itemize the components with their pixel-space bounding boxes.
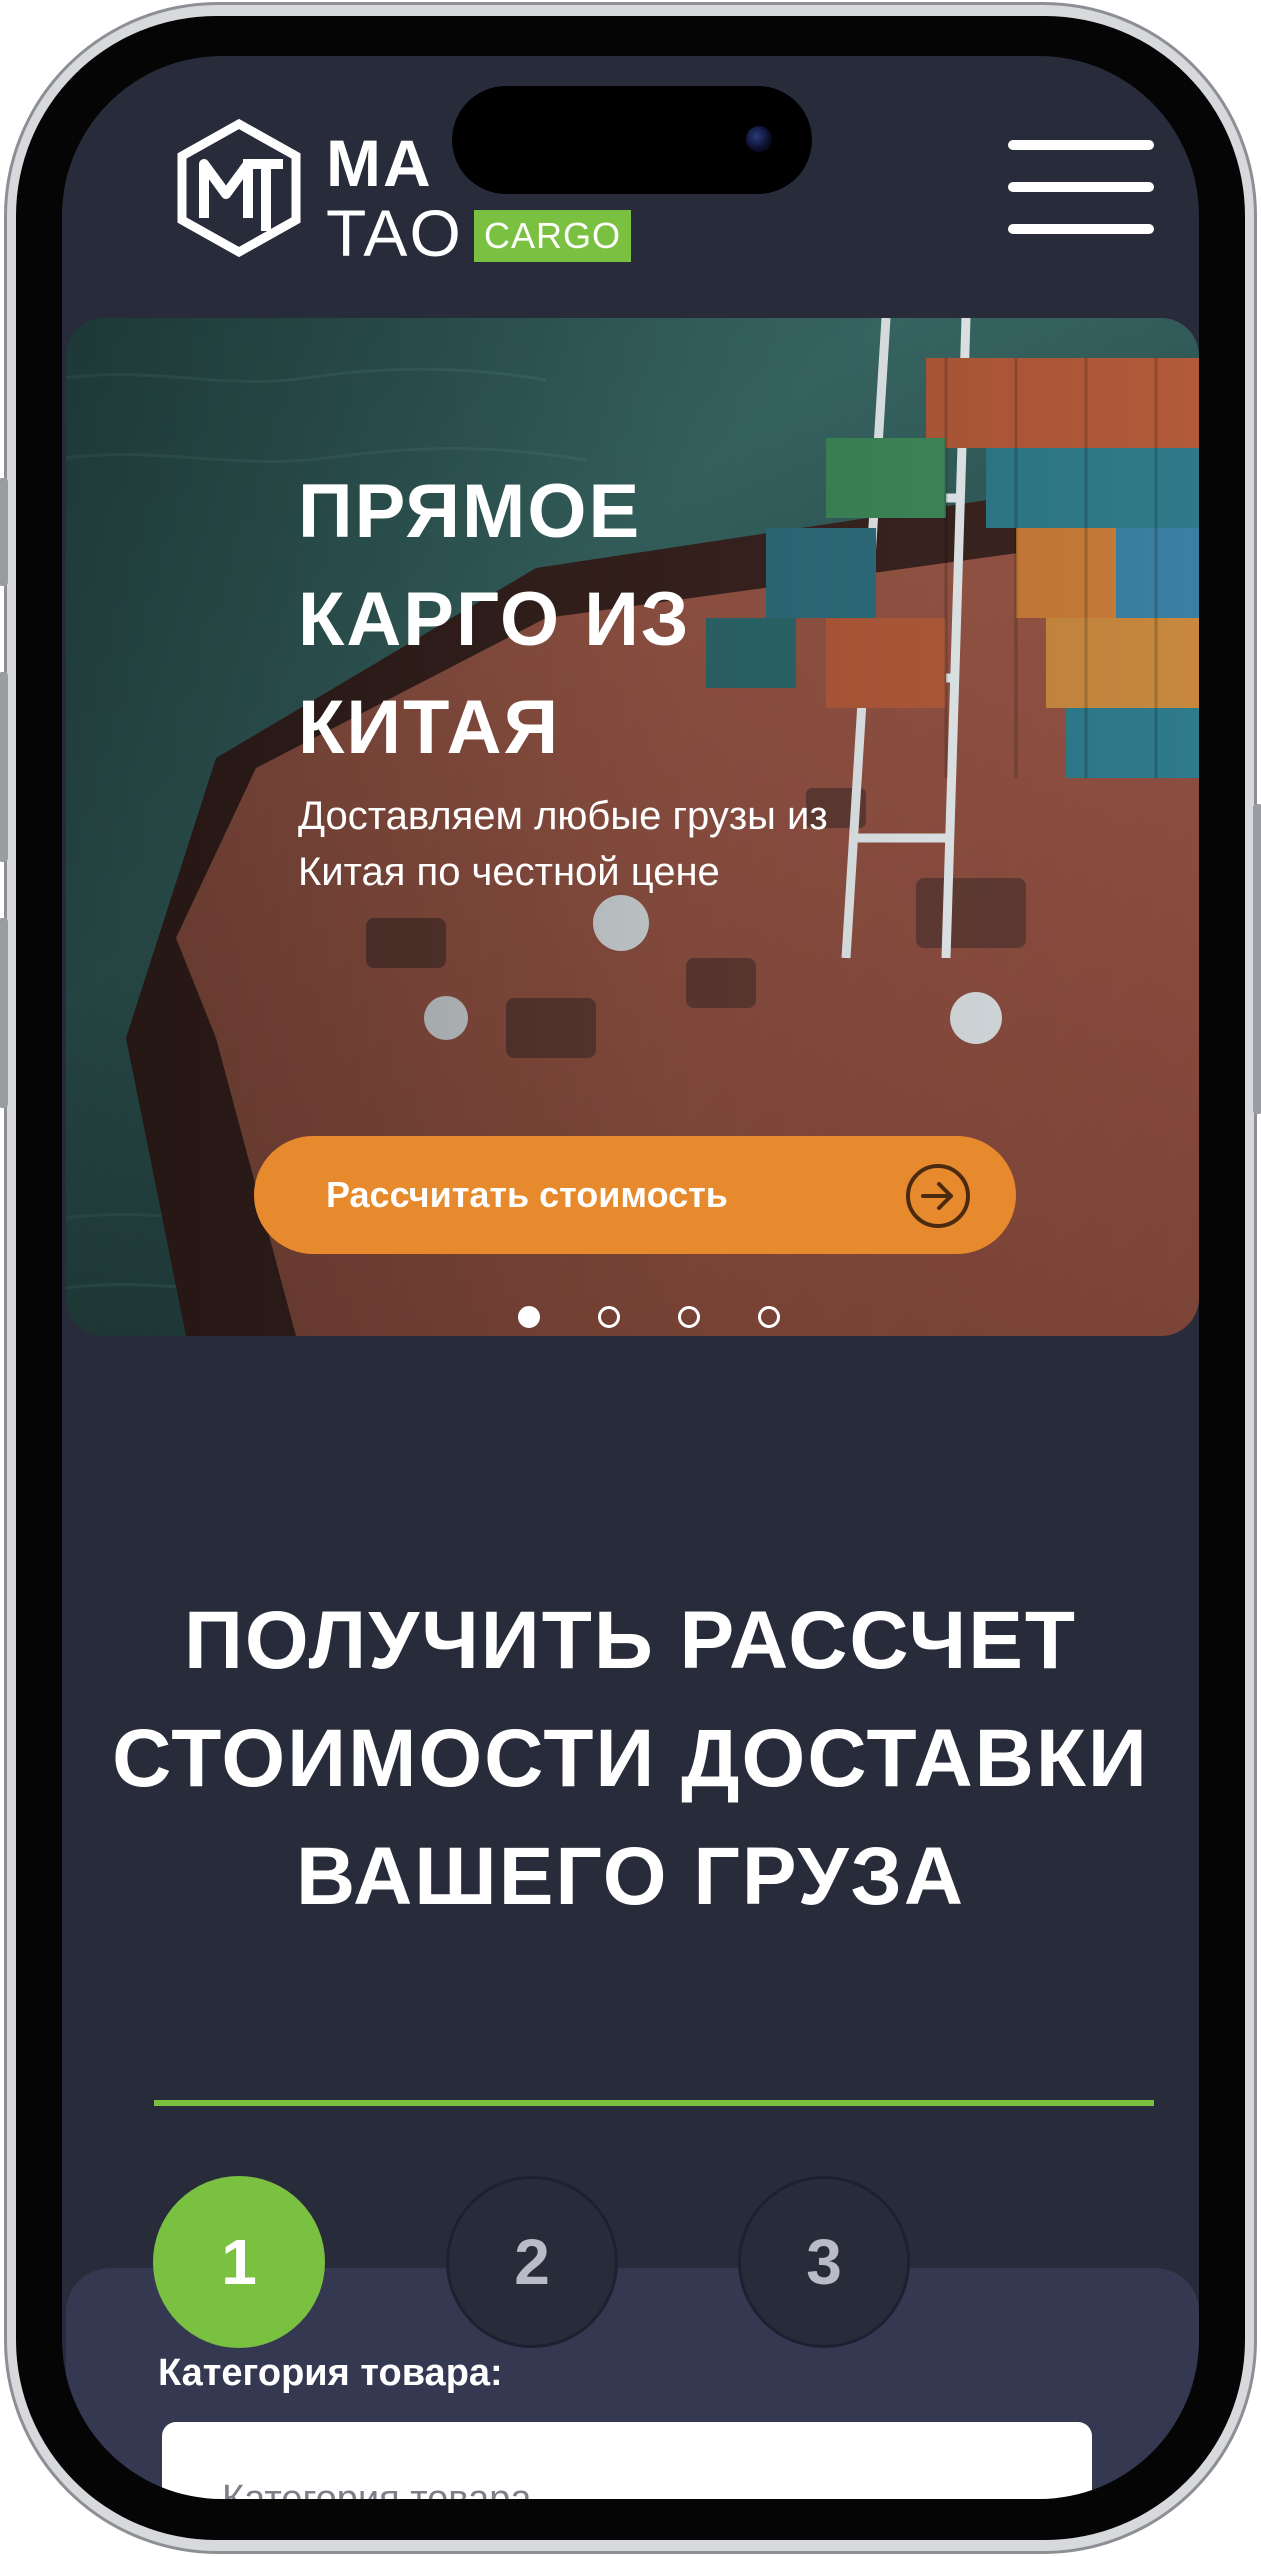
category-input[interactable] (162, 2422, 1092, 2499)
front-camera-icon (746, 126, 772, 152)
hero-subtitle: Доставляем любые грузы из Китая по честн… (298, 794, 828, 894)
hamburger-menu-icon[interactable] (1008, 132, 1154, 242)
dynamic-island (452, 86, 812, 194)
step-3-indicator[interactable]: 3 (738, 2176, 910, 2348)
arrow-right-circle-icon (906, 1164, 970, 1228)
slider-pagination (518, 1306, 780, 1330)
logo-text-line-2: TAO (326, 196, 463, 270)
slide-dot-2[interactable] (598, 1306, 620, 1328)
slide-dot-1[interactable] (518, 1306, 540, 1328)
volume-up-button (0, 672, 8, 862)
slide-dot-3[interactable] (678, 1306, 700, 1328)
calculator-section-title: ПОЛУЧИТЬ РАССЧЕТ СТОИМОСТИ ДОСТАВКИ ВАШЕ… (112, 1595, 1149, 1922)
step-1-indicator[interactable]: 1 (153, 2176, 325, 2348)
mt-hexagon-logo-icon (177, 118, 301, 258)
logo-text-line-1: MA (326, 126, 433, 200)
action-button (0, 478, 8, 586)
phone-screen: MA TAO CARGO ПРЯМОЕ КАРГО ИЗ КИТАЯ Доста… (62, 56, 1199, 2499)
calculate-cost-button[interactable]: Рассчитать стоимость (254, 1136, 1016, 1254)
hero-title: ПРЯМОЕ КАРГО ИЗ КИТАЯ (298, 469, 691, 770)
calculate-cost-button-label: Рассчитать стоимость (326, 1174, 728, 1215)
section-divider (154, 2100, 1154, 2106)
power-button (1253, 804, 1261, 1114)
logo-cargo-badge: CARGO (474, 210, 632, 262)
category-field-label: Категория товара: (158, 2352, 503, 2394)
step-2-indicator[interactable]: 2 (446, 2176, 618, 2348)
volume-down-button (0, 918, 8, 1108)
hero-slider[interactable]: ПРЯМОЕ КАРГО ИЗ КИТАЯ Доставляем любые г… (66, 318, 1199, 1336)
slide-dot-4[interactable] (758, 1306, 780, 1328)
